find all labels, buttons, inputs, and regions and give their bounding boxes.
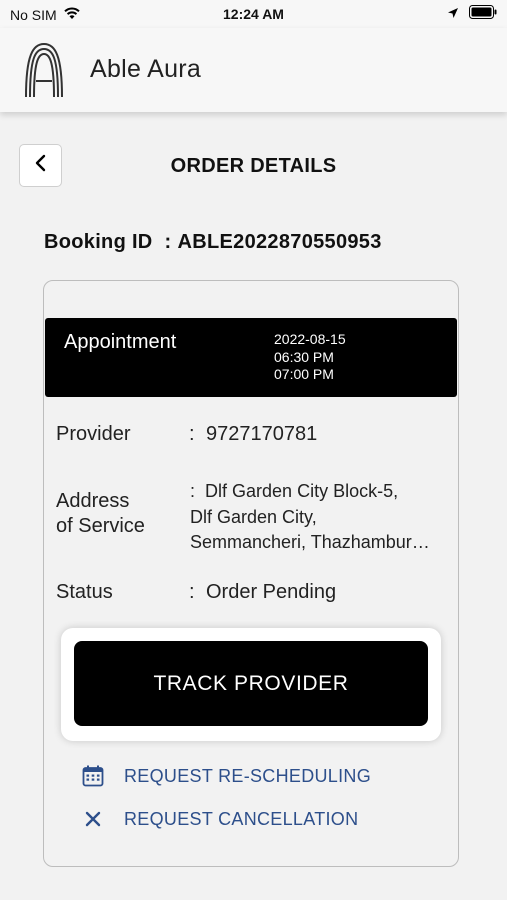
address-label: Address of Service [56,489,145,539]
track-provider-button[interactable]: TRACK PROVIDER [74,641,428,726]
address-line-2: Dlf Garden City, [190,506,317,527]
booking-id-label: Booking ID [44,231,153,253]
request-rescheduling-label: REQUEST RE-SCHEDULING [124,765,372,786]
status-bar: No SIM 12:24 AM [0,0,507,28]
booking-id-row: Booking ID: ABLE2022870550953 [44,231,382,254]
appointment-start-time: 06:30 PM [274,348,334,365]
provider-colon: : [189,423,195,445]
booking-id-value: ABLE2022870550953 [177,231,382,253]
provider-label: Provider [56,423,131,445]
appointment-date: 2022-08-15 [274,331,346,347]
status-colon: : [189,581,195,603]
request-cancellation-link[interactable]: REQUEST CANCELLATION [80,806,358,832]
status-label: Status [56,581,113,603]
address-line-1-text: Dlf Garden City Block-5, [205,481,399,501]
address-line-1: : Dlf Garden City Block-5, [190,479,450,505]
appointment-label: Appointment [64,331,177,353]
app-title: Able Aura [90,55,202,83]
address-value: : Dlf Garden City Block-5, Dlf Garden Ci… [190,479,450,556]
booking-separator: : [164,231,172,253]
address-label-line1: Address [56,490,130,512]
status-right [447,5,497,22]
order-card: Appointment 2022-08-15 06:30 PM 07:00 PM… [43,280,459,867]
address-line-3: Semmancheri, Thazhambur… [190,532,430,552]
appointment-end-time: 07:00 PM [274,366,334,382]
clock: 12:24 AM [223,6,284,22]
appointment-banner: Appointment 2022-08-15 06:30 PM 07:00 PM [45,318,457,397]
provider-value: 9727170781 [206,423,318,445]
app-header: Able Aura [0,28,507,112]
appointment-times: 2022-08-15 06:30 PM 07:00 PM [274,331,346,384]
request-cancellation-label: REQUEST CANCELLATION [124,808,359,829]
page-title: ORDER DETAILS [170,155,337,177]
location-arrow-icon [447,6,459,22]
address-colon: : [190,481,196,501]
app-logo-icon [22,41,66,104]
address-label-line2: of Service [56,515,145,537]
close-icon [80,806,106,832]
calendar-icon [80,763,106,789]
status-value: Order Pending [206,581,337,603]
battery-icon [469,5,497,22]
request-rescheduling-link[interactable]: REQUEST RE-SCHEDULING [80,763,371,789]
track-provider-container: TRACK PROVIDER [61,628,441,741]
